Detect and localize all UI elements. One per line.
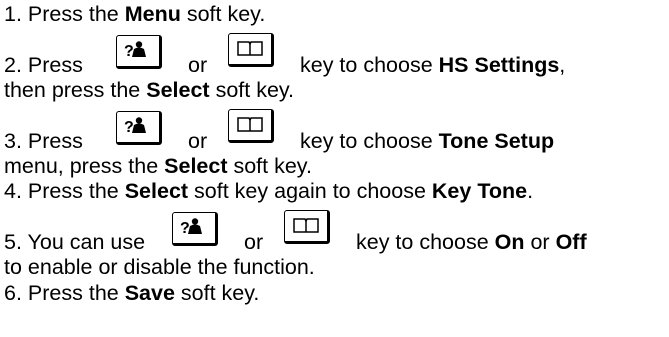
key-tone-label: Key Tone [431, 179, 528, 203]
step-6: 6. Press the Save soft key. [4, 281, 259, 305]
step-2-continued: key to choose HS Settings, [300, 53, 565, 77]
question-person-icon: ? [124, 117, 146, 136]
up-key-icon: ? [116, 35, 162, 69]
question-person-icon: ? [180, 218, 202, 237]
select-label: Select [164, 154, 228, 178]
step-3: 3. Press [4, 129, 83, 153]
phonebook-icon [293, 218, 319, 233]
down-key-icon [228, 33, 274, 67]
step-text: then press the [4, 78, 147, 102]
on-label: On [494, 230, 525, 254]
step-text: key to choose [300, 53, 439, 77]
step-text: Press [27, 53, 83, 77]
step-text: or [188, 129, 208, 153]
step-5-continued: key to choose On or Off [356, 230, 587, 254]
step-text: . [527, 179, 534, 203]
question-mark-glyph: ? [124, 43, 134, 60]
step-number: 3. [4, 129, 22, 153]
step-number: 2. [4, 53, 22, 77]
select-label: Select [146, 78, 210, 102]
step-text: or [524, 230, 556, 254]
step-2-line-2: then press the Select soft key. [4, 78, 294, 102]
phonebook-icon [237, 117, 263, 132]
step-text: soft key. [180, 2, 266, 26]
step-text: soft key. [174, 281, 260, 305]
step-number: 4. [4, 179, 22, 203]
step-text: menu, press the [4, 154, 165, 178]
save-label: Save [124, 281, 175, 305]
hs-settings-label: HS Settings [438, 53, 560, 77]
down-key-icon [228, 109, 274, 143]
step-text: key to choose [356, 230, 495, 254]
step-1: 1. Press the Menu soft key. [4, 2, 265, 26]
step-2: 2. Press [4, 53, 83, 77]
off-label: Off [555, 230, 587, 254]
up-key-icon: ? [172, 212, 218, 246]
menu-label: Menu [124, 2, 181, 26]
phonebook-icon [237, 41, 263, 56]
step-number: 5. [4, 230, 22, 254]
question-mark-glyph: ? [124, 119, 134, 136]
or-text: or [188, 129, 207, 153]
step-3-line-2: menu, press the Select soft key. [4, 154, 312, 178]
step-4: 4. Press the Select soft key again to ch… [4, 179, 533, 203]
step-text: soft key again to choose [188, 179, 432, 203]
step-number: 1. [4, 2, 22, 26]
or-text: or [188, 53, 207, 77]
step-text: Press the [27, 2, 125, 26]
down-key-icon [284, 210, 330, 244]
step-text: Press [27, 129, 83, 153]
step-number: 6. [4, 281, 22, 305]
step-text: soft key. [227, 154, 312, 178]
step-3-continued: key to choose Tone Setup [300, 129, 554, 153]
step-text: You can use [27, 230, 146, 254]
select-label: Select [124, 179, 189, 203]
step-text: key to choose [300, 129, 439, 153]
step-text: or [244, 230, 264, 254]
question-person-icon: ? [124, 41, 146, 60]
up-key-icon: ? [116, 111, 162, 145]
step-text: soft key. [209, 78, 295, 102]
step-text: to enable or disable the function. [4, 255, 315, 279]
step-text: Press the [27, 281, 125, 305]
or-text: or [244, 230, 263, 254]
step-text: Press the [27, 179, 125, 203]
tone-setup-label: Tone Setup [438, 129, 555, 153]
question-mark-glyph: ? [180, 220, 190, 237]
step-5: 5. You can use [4, 230, 145, 254]
step-5-line-2: to enable or disable the function. [4, 255, 315, 279]
step-text: , [559, 53, 566, 77]
step-text: or [188, 53, 208, 77]
